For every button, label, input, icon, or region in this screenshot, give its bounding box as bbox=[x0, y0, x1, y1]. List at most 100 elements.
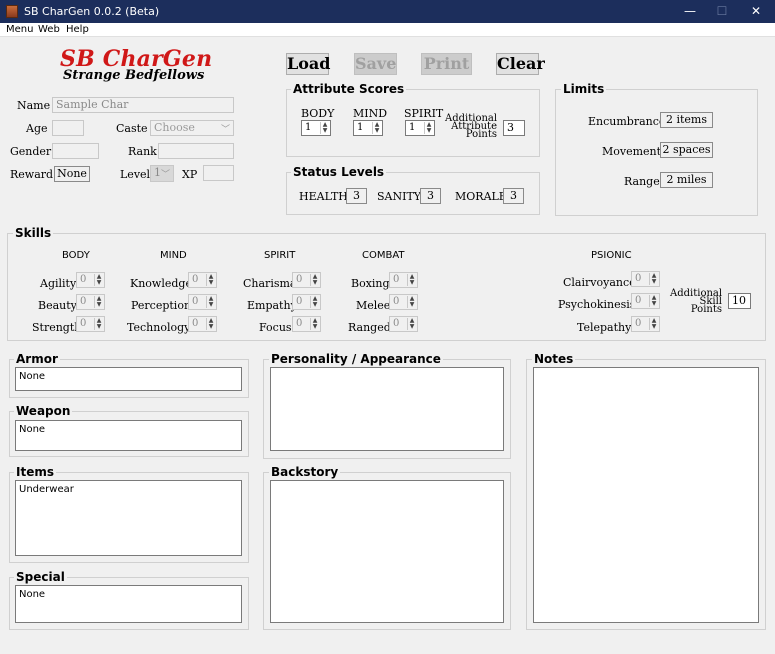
armor-field[interactable]: None bbox=[15, 367, 242, 391]
special-title: Special bbox=[14, 570, 67, 584]
attr-body-spinner[interactable]: 1 ▲ ▼ bbox=[301, 120, 331, 136]
skill-perception-label: Perception bbox=[131, 299, 192, 312]
spinner-arrows-icon[interactable]: ▲ ▼ bbox=[649, 273, 658, 285]
notes-field[interactable] bbox=[533, 367, 759, 623]
health-label: HEALTH bbox=[299, 190, 348, 203]
spinner-arrows-icon[interactable]: ▲ ▼ bbox=[424, 122, 433, 134]
morale-value: 3 bbox=[503, 188, 524, 204]
skill-agility-spinner[interactable]: 0 ▲ ▼ bbox=[76, 272, 105, 288]
range-value: 2 miles bbox=[660, 172, 713, 188]
spinner-arrows-icon[interactable]: ▲ ▼ bbox=[649, 295, 658, 307]
skill-telepathy-spinner[interactable]: 0 ▲ ▼ bbox=[631, 316, 660, 332]
skill-beauty-label: Beauty bbox=[38, 299, 77, 312]
skill-strength-label: Strength bbox=[32, 321, 82, 334]
app-icon bbox=[6, 5, 18, 18]
maximize-button[interactable]: ☐ bbox=[710, 2, 734, 20]
skills-body-heading: BODY bbox=[62, 250, 90, 261]
spinner-arrows-icon[interactable]: ▲ ▼ bbox=[372, 122, 381, 134]
skill-focus-spinner[interactable]: 0 ▲ ▼ bbox=[292, 316, 321, 332]
spinner-arrows-icon[interactable]: ▲ ▼ bbox=[206, 318, 215, 330]
additional-skill-points-label: Additional Skill Points bbox=[670, 288, 723, 315]
minimize-button[interactable]: — bbox=[678, 2, 702, 20]
spinner-arrows-icon[interactable]: ▲ ▼ bbox=[649, 318, 658, 330]
spinner-arrows-icon[interactable]: ▲ ▼ bbox=[206, 296, 215, 308]
spinner-arrows-icon[interactable]: ▲ ▼ bbox=[310, 296, 319, 308]
gender-field[interactable] bbox=[52, 143, 99, 159]
skill-melee-spinner[interactable]: 0 ▲ ▼ bbox=[389, 294, 418, 310]
caste-value: Choose bbox=[154, 121, 195, 134]
attr-spirit-spinner[interactable]: 1 ▲ ▼ bbox=[405, 120, 435, 136]
notes-title: Notes bbox=[532, 352, 576, 366]
spinner-arrows-icon[interactable]: ▲ ▼ bbox=[310, 274, 319, 286]
xp-field[interactable] bbox=[203, 165, 234, 181]
app-logo-subtitle: Strange Bedfellows bbox=[63, 68, 205, 83]
rank-label: Rank bbox=[128, 145, 157, 158]
spinner-arrows-icon[interactable]: ▲ ▼ bbox=[407, 274, 416, 286]
skill-strength-spinner[interactable]: 0 ▲ ▼ bbox=[76, 316, 105, 332]
xp-label: XP bbox=[182, 168, 198, 181]
caste-select[interactable]: Choose ﹀ bbox=[150, 120, 234, 136]
gender-label: Gender bbox=[10, 145, 52, 158]
clear-button[interactable]: Clear bbox=[496, 53, 545, 75]
skill-ranged-spinner[interactable]: 0 ▲ ▼ bbox=[389, 316, 418, 332]
attr-mind-spinner[interactable]: 1 ▲ ▼ bbox=[353, 120, 383, 136]
skill-perception-spinner[interactable]: 0 ▲ ▼ bbox=[188, 294, 217, 310]
skill-telepathy-label: Telepathy bbox=[577, 321, 632, 334]
movement-label: Movement bbox=[602, 145, 662, 158]
close-button[interactable]: ✕ bbox=[744, 2, 768, 20]
movement-value: 2 spaces bbox=[660, 142, 713, 158]
special-field[interactable]: None bbox=[15, 585, 242, 623]
items-field[interactable]: Underwear bbox=[15, 480, 242, 556]
skill-knowledge-spinner[interactable]: 0 ▲ ▼ bbox=[188, 272, 217, 288]
skill-psychokinesis-spinner[interactable]: 0 ▲ ▼ bbox=[631, 293, 660, 309]
caste-label: Caste bbox=[116, 122, 148, 135]
skill-boxing-spinner[interactable]: 0 ▲ ▼ bbox=[389, 272, 418, 288]
skills-spirit-heading: SPIRIT bbox=[264, 250, 296, 261]
skill-boxing-label: Boxing bbox=[351, 277, 390, 290]
spinner-arrows-icon[interactable]: ▲ ▼ bbox=[407, 318, 416, 330]
encumbrance-label: Encumbrance bbox=[588, 115, 666, 128]
attribute-scores-title: Attribute Scores bbox=[291, 82, 407, 96]
menu-item-menu[interactable]: Menu bbox=[6, 24, 33, 35]
skill-clairvoyance-spinner[interactable]: 0 ▲ ▼ bbox=[631, 271, 660, 287]
encumbrance-value: 2 items bbox=[660, 112, 713, 128]
skill-empathy-spinner[interactable]: 0 ▲ ▼ bbox=[292, 294, 321, 310]
print-button[interactable]: Print bbox=[421, 53, 472, 75]
spinner-arrows-icon[interactable]: ▲ ▼ bbox=[310, 318, 319, 330]
age-field[interactable] bbox=[52, 120, 84, 136]
skill-beauty-spinner[interactable]: 0 ▲ ▼ bbox=[76, 294, 105, 310]
spinner-arrows-icon[interactable]: ▲ ▼ bbox=[407, 296, 416, 308]
level-value: 1 bbox=[154, 166, 161, 179]
skill-charisma-spinner[interactable]: 0 ▲ ▼ bbox=[292, 272, 321, 288]
skill-charisma-label: Charisma bbox=[243, 277, 297, 290]
weapon-title: Weapon bbox=[14, 404, 73, 418]
spinner-arrows-icon[interactable]: ▲ ▼ bbox=[320, 122, 329, 134]
spinner-arrows-icon[interactable]: ▲ ▼ bbox=[206, 274, 215, 286]
personality-field[interactable] bbox=[270, 367, 504, 451]
menu-item-help[interactable]: Help bbox=[66, 24, 89, 35]
chevron-down-icon: ﹀ bbox=[160, 170, 170, 180]
attr-mind-label: MIND bbox=[353, 107, 388, 120]
sanity-value: 3 bbox=[420, 188, 441, 204]
backstory-field[interactable] bbox=[270, 480, 504, 623]
reward-value: None bbox=[54, 166, 90, 182]
limits-title: Limits bbox=[561, 82, 607, 96]
attr-spirit-label: SPIRIT bbox=[404, 107, 444, 120]
load-button[interactable]: Load bbox=[286, 53, 330, 75]
additional-attribute-points-value: 3 bbox=[503, 120, 525, 136]
spinner-arrows-icon[interactable]: ▲ ▼ bbox=[94, 274, 103, 286]
skill-agility-label: Agility bbox=[40, 277, 77, 290]
level-select[interactable]: 1 ﹀ bbox=[150, 165, 174, 182]
spinner-arrows-icon[interactable]: ▲ ▼ bbox=[94, 296, 103, 308]
save-button[interactable]: Save bbox=[354, 53, 397, 75]
name-field[interactable]: Sample Char bbox=[52, 97, 234, 113]
skill-technology-spinner[interactable]: 0 ▲ ▼ bbox=[188, 316, 217, 332]
spinner-arrows-icon[interactable]: ▲ ▼ bbox=[94, 318, 103, 330]
items-title: Items bbox=[14, 465, 56, 479]
weapon-field[interactable]: None bbox=[15, 420, 242, 451]
menu-bar: Menu Web Help bbox=[0, 23, 775, 37]
menu-item-web[interactable]: Web bbox=[38, 24, 60, 35]
armor-title: Armor bbox=[14, 352, 60, 366]
skill-ranged-label: Ranged bbox=[348, 321, 391, 334]
rank-field[interactable] bbox=[158, 143, 234, 159]
